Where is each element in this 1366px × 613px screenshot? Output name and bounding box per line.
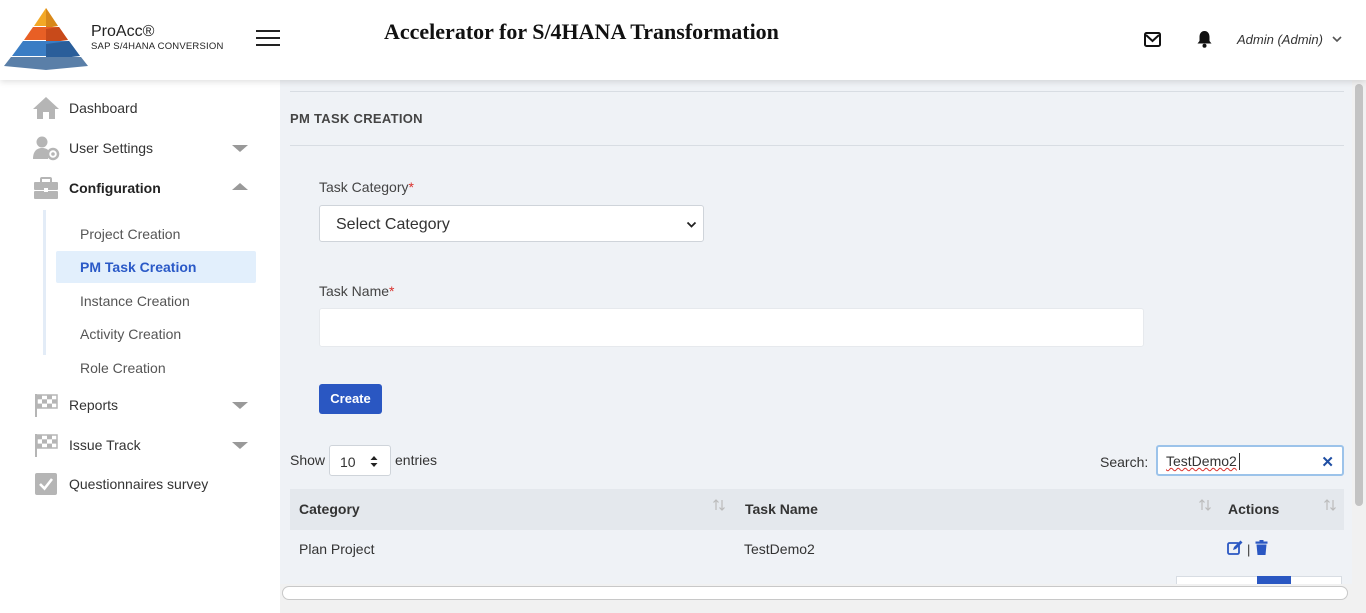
submenu-item-pm-task-creation[interactable]: PM Task Creation <box>56 251 256 283</box>
table-header: Category Task Name Actions <box>290 489 1344 530</box>
submenu-item-instance-creation[interactable]: Instance Creation <box>56 285 256 317</box>
edit-icon[interactable] <box>1227 540 1243 555</box>
caret-up-icon <box>232 183 248 190</box>
brand-subtitle: SAP S/4HANA CONVERSION <box>91 41 224 52</box>
action-separator: | <box>1247 542 1251 557</box>
app-title: Accelerator for S/4HANA Transformation <box>384 19 779 44</box>
pagination-active-page[interactable] <box>1257 576 1291 584</box>
chevron-down-icon <box>686 221 697 228</box>
sort-icon[interactable] <box>1323 498 1337 512</box>
horizontal-scrollbar[interactable] <box>280 584 1352 613</box>
entries-per-page-select[interactable]: 10 <box>329 445 391 476</box>
search-label: Search: <box>1100 454 1149 470</box>
submenu-item-label: Project Creation <box>80 226 181 242</box>
sidebar-item-reports[interactable]: Reports <box>30 390 260 420</box>
sort-icon[interactable] <box>1198 498 1212 512</box>
sidebar-item-label: User Settings <box>69 140 154 156</box>
main-content: PM TASK CREATION Task Category* Select C… <box>280 80 1352 584</box>
caret-down-icon <box>232 442 248 449</box>
sidebar-item-dashboard[interactable]: Dashboard <box>30 93 260 123</box>
vertical-scrollbar-thumb[interactable] <box>1355 84 1363 506</box>
divider <box>290 91 1344 92</box>
search-input[interactable]: TestDemo2 ✕ <box>1156 445 1344 476</box>
task-category-label: Task Category* <box>319 179 414 195</box>
top-header: ProAcc® SAP S/4HANA CONVERSION Accelerat… <box>0 0 1366 80</box>
cell-category: Plan Project <box>299 541 375 557</box>
table-row: Plan Project TestDemo2 | <box>290 530 1344 568</box>
show-label: Show <box>290 452 326 468</box>
hamburger-menu-icon[interactable] <box>256 30 280 48</box>
submenu-item-project-creation[interactable]: Project Creation <box>56 218 256 250</box>
required-mark: * <box>389 283 395 299</box>
submenu-item-activity-creation[interactable]: Activity Creation <box>56 318 256 350</box>
chevron-down-icon[interactable] <box>1331 33 1343 45</box>
proacc-logo-icon <box>4 8 88 70</box>
brand-name: ProAcc® <box>91 23 155 40</box>
checkered-flag-icon <box>35 394 58 417</box>
submenu-item-label: Instance Creation <box>80 293 190 309</box>
required-mark: * <box>408 179 414 195</box>
text-cursor <box>1239 453 1240 470</box>
column-header-task-name[interactable]: Task Name <box>745 501 818 517</box>
up-down-arrow-icon <box>370 456 378 467</box>
mail-icon[interactable] <box>1144 31 1161 48</box>
sidebar-item-label: Reports <box>69 397 119 413</box>
entries-value: 10 <box>340 454 356 470</box>
caret-down-icon <box>232 402 248 409</box>
task-name-label-text: Task Name <box>319 283 390 299</box>
checkered-flag-icon <box>35 434 58 457</box>
sidebar: Dashboard User Settings Configuration Pr… <box>0 80 280 613</box>
bell-icon[interactable] <box>1196 30 1213 48</box>
task-name-input[interactable] <box>319 308 1144 347</box>
submenu-item-label: Activity Creation <box>80 326 182 342</box>
sidebar-item-label: Dashboard <box>69 100 138 116</box>
horizontal-scrollbar-thumb[interactable] <box>282 586 1348 600</box>
search-value: TestDemo2 <box>1166 453 1237 469</box>
briefcase-icon <box>34 177 58 199</box>
task-category-label-text: Task Category <box>319 179 409 195</box>
clear-search-icon[interactable]: ✕ <box>1321 453 1334 471</box>
sidebar-item-user-settings[interactable]: User Settings <box>30 133 260 163</box>
submenu-item-label: PM Task Creation <box>80 259 197 275</box>
submenu-indicator-line <box>43 210 46 355</box>
submenu-item-label: Role Creation <box>80 360 166 376</box>
cell-task-name: TestDemo2 <box>744 541 815 557</box>
sidebar-item-questionnaires-survey[interactable]: Questionnaires survey <box>30 469 260 499</box>
task-name-label: Task Name* <box>319 283 394 299</box>
sidebar-item-configuration[interactable]: Configuration <box>30 173 260 203</box>
user-settings-icon <box>33 136 60 161</box>
submenu-item-role-creation[interactable]: Role Creation <box>56 352 256 384</box>
sidebar-item-label: Configuration <box>69 180 161 196</box>
user-menu[interactable]: Admin (Admin) <box>1237 32 1323 47</box>
pagination <box>1176 576 1342 584</box>
home-icon <box>33 97 59 119</box>
sidebar-item-label: Questionnaires survey <box>69 476 209 492</box>
task-category-select[interactable]: Select Category <box>319 205 704 242</box>
column-header-category[interactable]: Category <box>299 501 360 517</box>
vertical-scrollbar[interactable] <box>1352 80 1366 613</box>
page-title: PM TASK CREATION <box>290 111 423 126</box>
column-header-actions[interactable]: Actions <box>1228 501 1279 517</box>
sort-icon[interactable] <box>712 498 726 512</box>
create-button[interactable]: Create <box>319 384 382 414</box>
task-category-selected-value: Select Category <box>336 216 450 233</box>
trash-icon[interactable] <box>1255 540 1268 555</box>
sidebar-item-label: Issue Track <box>69 437 141 453</box>
checkbox-icon <box>35 473 57 495</box>
sidebar-item-issue-track[interactable]: Issue Track <box>30 430 260 460</box>
divider <box>290 145 1344 146</box>
entries-label: entries <box>395 452 438 468</box>
caret-down-icon <box>232 145 248 152</box>
